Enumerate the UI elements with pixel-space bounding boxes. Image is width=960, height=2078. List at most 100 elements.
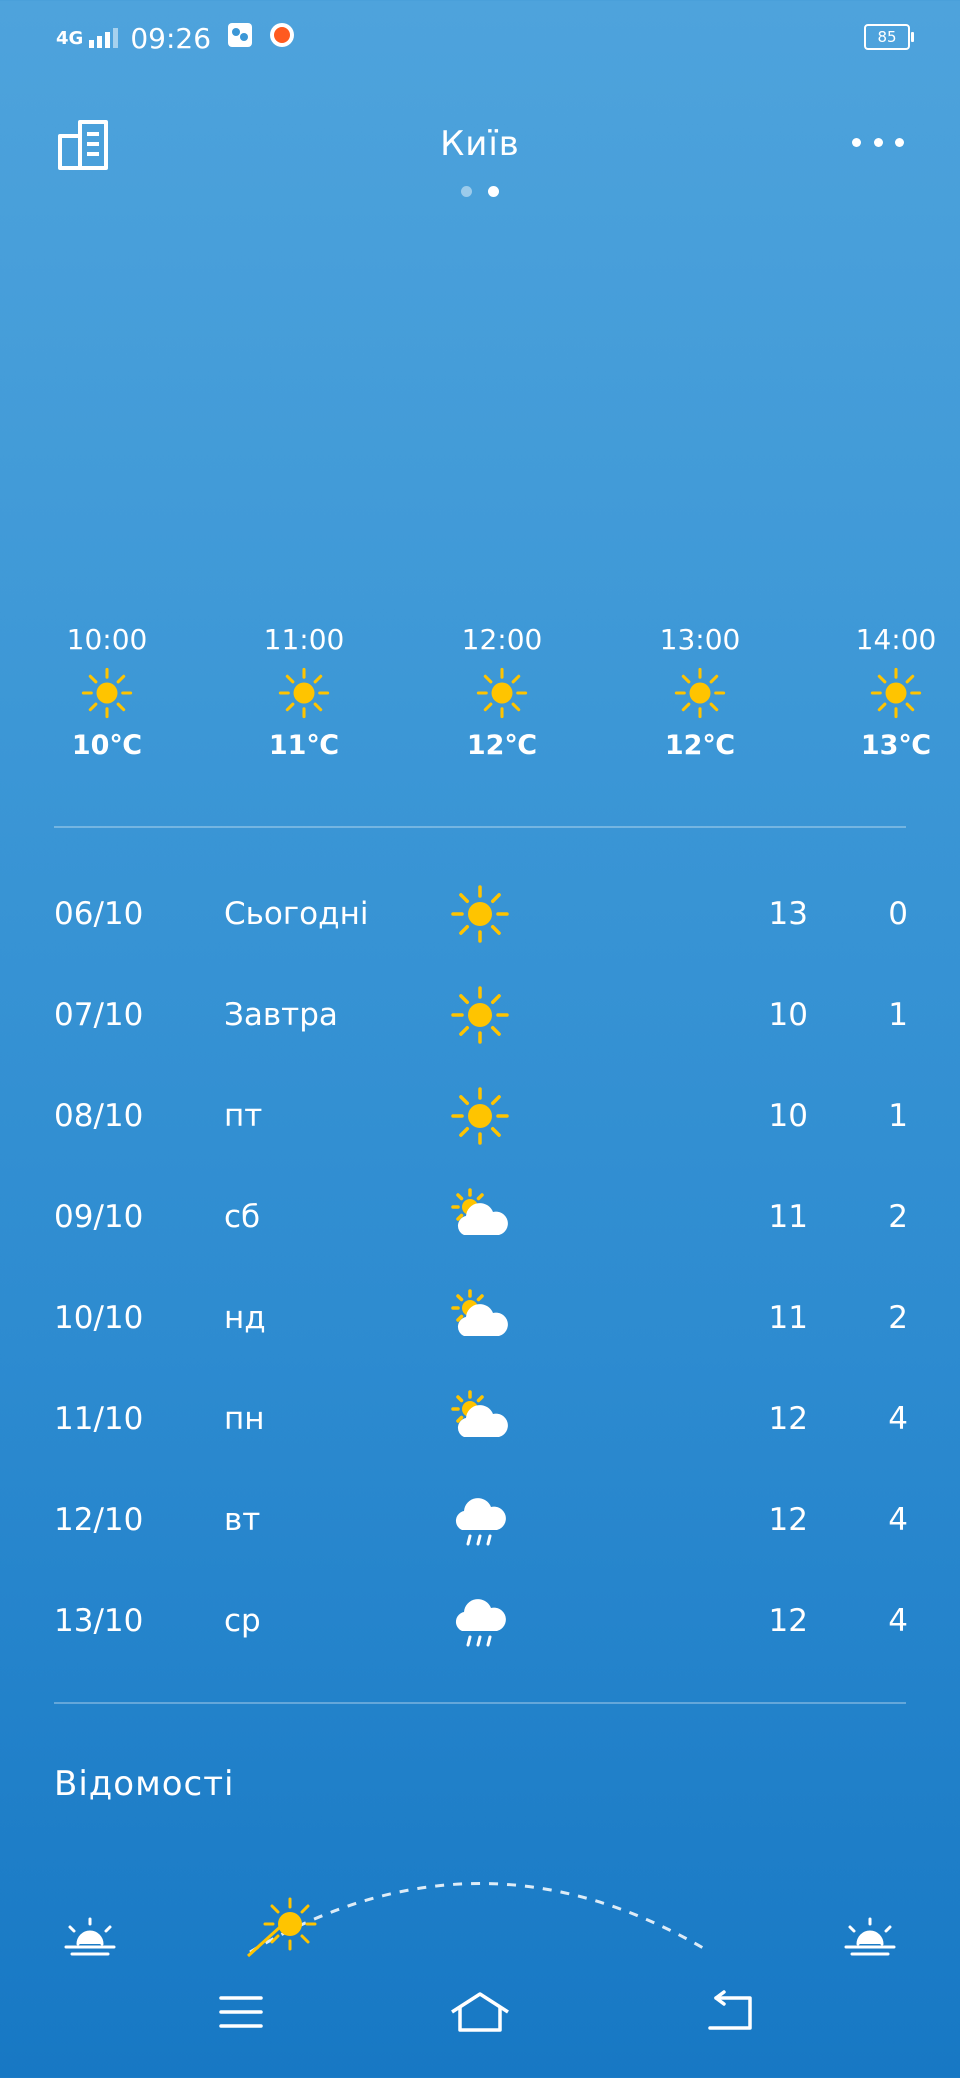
daily-day: пн (224, 1401, 265, 1437)
divider (54, 1702, 906, 1704)
daily-day: Завтра (224, 997, 338, 1033)
hour-temp: 11℃ (268, 730, 340, 761)
more-dot (895, 137, 904, 147)
daily-high: 12 (768, 1502, 808, 1538)
hour-time: 13:00 (659, 623, 741, 656)
daily-row[interactable]: 10/10 нд 11 2 (0, 1270, 960, 1371)
divider (54, 826, 906, 828)
daily-row[interactable]: 06/10 Сьогодні 13 0 (0, 866, 960, 967)
daily-low: 4 (888, 1502, 908, 1538)
hour-temp: 10℃ (71, 730, 143, 761)
daily-day: пт (224, 1098, 263, 1134)
sun-path (0, 1840, 960, 1970)
daily-row[interactable]: 11/10 пн 12 4 (0, 1371, 960, 1472)
daily-date: 10/10 (54, 1300, 144, 1336)
daily-low: 2 (888, 1199, 908, 1235)
sun-icon (451, 1087, 509, 1145)
daily-high: 10 (768, 997, 808, 1033)
more-dot (873, 137, 883, 147)
page-dot (461, 186, 472, 197)
daily-low: 0 (888, 896, 908, 932)
daily-low: 4 (888, 1401, 908, 1437)
daily-date: 13/10 (54, 1603, 144, 1639)
daily-date: 06/10 (54, 896, 144, 932)
daily-high: 12 (768, 1603, 808, 1639)
hour-temp: 12℃ (664, 730, 736, 761)
daily-row[interactable]: 07/10 Завтра 10 1 (0, 967, 960, 1068)
hour-temp: 12℃ (466, 730, 538, 761)
daily-date: 12/10 (54, 1502, 144, 1538)
daily-day: нд (224, 1300, 266, 1336)
sun-icon (826, 660, 960, 726)
city-title: Київ (440, 124, 520, 164)
sun-icon (451, 986, 509, 1044)
sunset-icon (844, 1917, 896, 1956)
daily-high: 12 (768, 1401, 808, 1437)
daily-low: 4 (888, 1603, 908, 1639)
hour-time: 10:00 (66, 623, 148, 656)
sunrise-icon (64, 1917, 116, 1956)
daily-date: 08/10 (54, 1098, 144, 1134)
sun-icon (234, 660, 374, 726)
navigation-bar (0, 1980, 960, 2060)
sun-icon (630, 660, 770, 726)
hour-item: 13:00 12℃ (630, 620, 770, 766)
hour-item: 14:00 13℃ (826, 620, 960, 766)
battery-icon: 85 (864, 24, 914, 50)
daily-row[interactable]: 13/10 ср 12 4 (0, 1573, 960, 1674)
sun-icon (37, 660, 177, 726)
partly-cloudy-icon (451, 1188, 508, 1235)
more-options-button[interactable] (852, 132, 904, 152)
daily-date: 09/10 (54, 1199, 144, 1235)
current-sun-icon (263, 1897, 317, 1951)
home-icon (451, 1992, 509, 2032)
hour-item: 10:00 10℃ (37, 620, 177, 766)
daily-high: 11 (768, 1300, 808, 1336)
sun-icon (451, 885, 509, 943)
daily-day: ср (224, 1603, 261, 1639)
daily-row[interactable]: 12/10 вт 12 4 (0, 1472, 960, 1573)
status-time: 09:26 (130, 21, 212, 55)
daily-high: 10 (768, 1098, 808, 1134)
back-icon (708, 1990, 752, 2030)
daily-day: Сьогодні (224, 896, 369, 932)
rain-cloud-icon (455, 1498, 506, 1546)
partly-cloudy-icon (451, 1289, 508, 1336)
notification-circle-icon (269, 22, 295, 55)
daily-low: 1 (888, 1098, 908, 1134)
status-bar: 4G 09:26 85 (56, 18, 914, 58)
hour-item: 11:00 11℃ (234, 620, 374, 766)
network-type: 4G (56, 28, 84, 49)
back-button[interactable] (692, 1980, 772, 2044)
daily-high: 13 (768, 896, 808, 932)
page-indicator (0, 182, 960, 201)
daily-high: 11 (768, 1199, 808, 1235)
daily-day: сб (224, 1199, 261, 1235)
more-dot (852, 137, 861, 147)
rain-cloud-icon (455, 1599, 506, 1647)
daily-date: 07/10 (54, 997, 144, 1033)
daily-date: 11/10 (54, 1401, 144, 1437)
signal-icon: 4G (56, 28, 119, 49)
hour-temp: 13℃ (860, 730, 932, 761)
notification-app-icon (227, 22, 253, 55)
sun-arc (249, 1882, 711, 1954)
hour-time: 14:00 (855, 623, 937, 656)
hour-item: 12:00 12℃ (432, 620, 572, 766)
daily-low: 1 (888, 997, 908, 1033)
sun-icon (432, 660, 572, 726)
daily-row[interactable]: 08/10 пт 10 1 (0, 1068, 960, 1169)
hour-time: 11:00 (263, 623, 345, 656)
details-title: Відомості (54, 1764, 235, 1804)
home-button[interactable] (440, 1980, 520, 2044)
page-dot-active (488, 186, 499, 197)
partly-cloudy-icon (451, 1390, 508, 1437)
daily-row[interactable]: 09/10 сб 11 2 (0, 1169, 960, 1270)
menu-icon (219, 1996, 263, 2028)
daily-day: вт (224, 1502, 261, 1538)
hourly-forecast[interactable]: 10:00 10℃ 11:00 11℃ 12:00 12℃ 13:00 12℃ … (0, 620, 960, 800)
daily-low: 2 (888, 1300, 908, 1336)
menu-button[interactable] (201, 1980, 281, 2044)
hour-time: 12:00 (461, 623, 543, 656)
top-bar: Київ (0, 110, 960, 197)
